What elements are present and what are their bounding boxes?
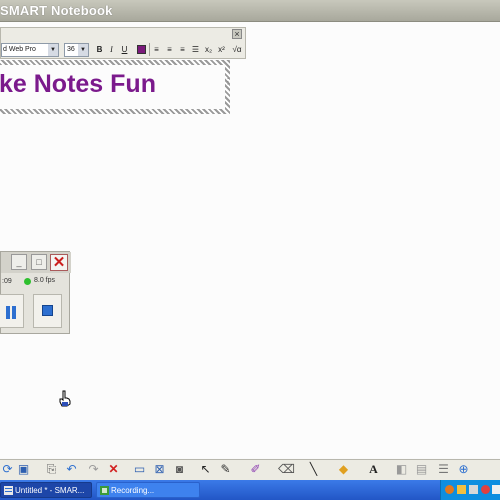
bold-button[interactable]: B — [94, 43, 105, 56]
recorder-close-button[interactable]: ✕ — [50, 254, 68, 271]
chevron-down-icon[interactable]: ▼ — [48, 44, 58, 56]
pause-icon — [12, 306, 16, 319]
hand-cursor-icon — [59, 390, 71, 407]
tray-app-icon[interactable] — [492, 485, 500, 494]
taskbar-item-label: Untitled * - SMAR... — [15, 486, 85, 495]
pause-button[interactable] — [0, 294, 24, 328]
font-family-select[interactable]: d Web Pro ▼ — [1, 43, 59, 57]
font-size-value: 36 — [67, 46, 75, 53]
delete-icon[interactable]: ✕ — [106, 462, 121, 477]
align-right-button[interactable]: ≡ — [177, 43, 188, 56]
toolbar-close-button[interactable]: × — [232, 29, 242, 39]
recorder-titlebar[interactable]: _ □ ✕ — [1, 252, 71, 273]
toolbar-separator — [149, 43, 150, 56]
taskbar-item-notebook[interactable]: Untitled * - SMAR... — [0, 482, 92, 498]
screen-shade-icon[interactable]: ▭ — [132, 462, 147, 477]
subscript-button[interactable]: x₂ — [203, 43, 214, 56]
undo-icon[interactable]: ↶ — [64, 462, 79, 477]
pen-icon[interactable]: ✎ — [218, 462, 233, 477]
eraser-icon[interactable]: ⌫ — [278, 462, 295, 477]
save-icon[interactable]: ▣ — [16, 462, 31, 477]
bullets-button[interactable]: ☰ — [190, 43, 201, 56]
recording-fps: 8.0 fps — [34, 277, 56, 284]
camera-icon[interactable]: ◙ — [172, 462, 187, 477]
underline-button[interactable]: U — [119, 43, 130, 56]
heading-text[interactable]: ke Notes Fun — [0, 70, 156, 99]
recorder-widget: _ □ ✕ :09 8.0 fps — [0, 251, 71, 334]
tray-app-icon[interactable] — [457, 485, 466, 494]
recording-elapsed-time: :09 — [2, 278, 12, 285]
recorder-minimize-button[interactable]: _ — [11, 254, 27, 270]
move-toolbar-icon[interactable]: ☰ — [436, 462, 451, 477]
system-tray — [440, 480, 500, 500]
tray-app-icon[interactable] — [481, 485, 490, 494]
shape-icon[interactable]: ◆ — [336, 462, 351, 477]
pause-icon — [6, 306, 10, 319]
text-icon[interactable]: A — [366, 462, 381, 477]
align-left-button[interactable]: ≡ — [151, 43, 162, 56]
fill-icon[interactable]: ◧ — [394, 462, 409, 477]
stop-button[interactable] — [33, 294, 62, 328]
math-symbol-button[interactable]: √α — [230, 43, 244, 56]
line-icon[interactable]: ╲ — [306, 462, 321, 477]
fullscreen-icon[interactable]: ⊠ — [152, 462, 167, 477]
window-titlebar: SMART Notebook — [0, 0, 500, 22]
font-size-select[interactable]: 36 ▼ — [64, 43, 89, 57]
taskbar: Untitled * - SMAR... Recording... — [0, 480, 500, 500]
notebook-app-icon — [4, 486, 13, 495]
refresh-icon[interactable]: ⟳ — [0, 462, 15, 477]
creative-pen-icon[interactable]: ✐ — [248, 462, 263, 477]
help-icon[interactable]: ⊕ — [456, 462, 471, 477]
align-center-button[interactable]: ≡ — [164, 43, 175, 56]
font-family-value: d Web Pro — [3, 46, 36, 53]
tray-app-icon[interactable] — [445, 485, 454, 494]
taskbar-item-recorder[interactable]: Recording... — [96, 482, 200, 498]
select-icon[interactable]: ↖ — [198, 462, 213, 477]
main-toolbar: ⟳ ▣ ⎘ ↶ ↷ ✕ ▭ ⊠ ◙ ↖ ✎ ✐ ⌫ ╲ ◆ A ◧ ▤ ☰ ⊕ — [0, 459, 500, 480]
taskbar-item-label: Recording... — [111, 486, 155, 495]
text-color-button[interactable] — [137, 45, 146, 54]
italic-button[interactable]: I — [106, 43, 117, 56]
recorder-app-icon — [100, 486, 109, 495]
stop-icon — [42, 305, 53, 316]
properties-icon[interactable]: ▤ — [414, 462, 429, 477]
paste-icon[interactable]: ⎘ — [44, 462, 59, 477]
text-box[interactable]: ke Notes Fun ⋮ — [0, 60, 232, 114]
window-title: SMART Notebook — [0, 3, 113, 18]
resize-handle[interactable]: ⋮ — [224, 77, 232, 105]
recorder-maximize-button[interactable]: □ — [31, 254, 47, 270]
recording-status-icon — [24, 278, 31, 285]
redo-icon[interactable]: ↷ — [86, 462, 101, 477]
superscript-button[interactable]: x² — [216, 43, 227, 56]
text-format-toolbar: × d Web Pro ▼ 36 ▼ B I U ≡ ≡ ≡ ☰ x₂ x² √… — [0, 27, 246, 59]
chevron-down-icon[interactable]: ▼ — [78, 44, 88, 56]
tray-app-icon[interactable] — [469, 485, 478, 494]
